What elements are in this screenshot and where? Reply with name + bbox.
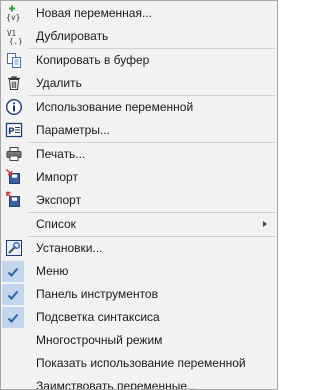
menu-item-borrow-variables[interactable]: Заимствовать переменные... [1,375,277,390]
menu-item-syntax-highlight[interactable]: Подсветка синтаксиса [1,306,277,329]
export-icon [5,191,23,209]
menu-item-label: Экспорт [36,193,82,207]
menu-item-label: Параметры... [36,123,110,137]
svg-text:P: P [8,127,15,137]
menu-item-label: Заимствовать переменные... [36,379,198,390]
menu-item-label: Показать использование переменной [36,356,246,370]
menu-item-settings[interactable]: Установки... [1,237,277,260]
menu-item-label: Использование переменной [36,100,194,114]
menu-item-label: Копировать в буфер [36,53,150,67]
info-icon [5,98,23,116]
menu-item-export[interactable]: Экспорт [1,189,277,212]
menu-item-menu-toggle[interactable]: Меню [1,260,277,283]
menu-item-label: Установки... [36,241,103,255]
menu-item-copy-to-buffer[interactable]: Копировать в буфер [1,49,277,72]
menu-item-duplicate[interactable]: V1 {.} Дублировать [1,25,277,48]
settings-icon [5,239,23,257]
checkmark-icon [2,307,24,328]
menu-item-label: Подсветка синтаксиса [36,310,160,324]
menu-item-label: Многострочный режим [36,333,163,347]
menu-item-label: Новая переменная... [36,6,152,20]
menu-item-delete[interactable]: Удалить [1,72,277,95]
menu-item-label: Удалить [36,76,82,90]
menu-item-list[interactable]: Список [1,213,277,236]
menu-item-import[interactable]: Импорт [1,166,277,189]
svg-text:{v}: {v} [6,13,20,22]
submenu-arrow-icon [263,221,267,227]
checkmark-icon [2,261,24,282]
duplicate-icon: V1 {.} [5,27,23,45]
checkmark-icon [2,284,24,305]
parameters-icon: P [5,121,23,139]
menu-item-label: Панель инструментов [36,287,158,301]
menu-item-show-variable-usage[interactable]: Показать использование переменной [1,352,277,375]
menu-item-label: Печать... [36,147,86,161]
menu-item-multiline-mode[interactable]: Многострочный режим [1,329,277,352]
menu-item-label: Список [36,217,76,231]
menu-item-label: Дублировать [36,29,109,43]
svg-text:{.}: {.} [9,37,23,45]
menu-item-print[interactable]: Печать... [1,143,277,166]
trash-icon [5,74,23,92]
copy-icon [5,51,23,69]
menu-item-new-variable[interactable]: {v} Новая переменная... [1,2,277,25]
menu-item-variable-usage[interactable]: Использование переменной [1,96,277,119]
menu-item-parameters[interactable]: P Параметры... [1,119,277,142]
menu-item-label: Импорт [36,170,78,184]
menu-item-label: Меню [36,264,69,278]
menu-item-toolbar-toggle[interactable]: Панель инструментов [1,283,277,306]
printer-icon [5,145,23,163]
context-menu: {v} Новая переменная... V1 {.} Дублирова… [0,0,278,390]
new-variable-icon: {v} [5,4,23,22]
import-icon [5,168,23,186]
